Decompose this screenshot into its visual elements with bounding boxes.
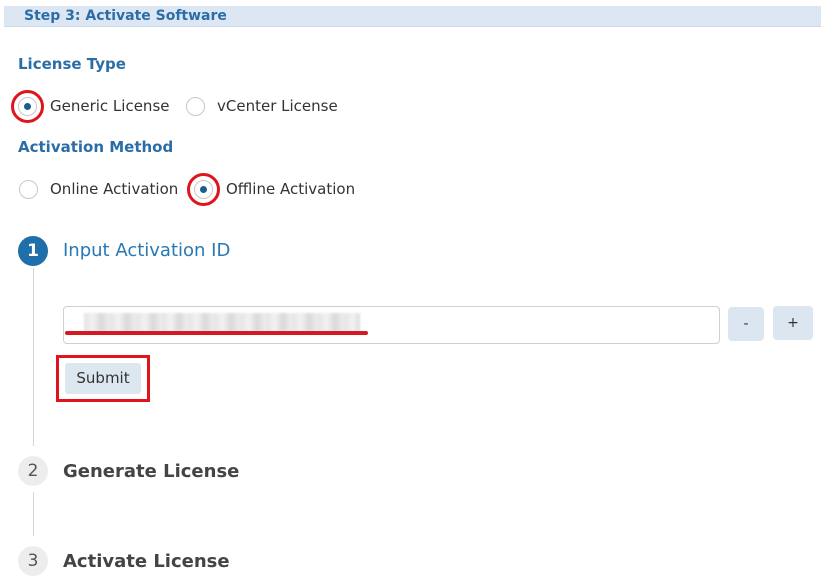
step-connector-line — [33, 268, 34, 446]
radio-vcenter-license[interactable] — [186, 97, 205, 116]
redacted-activation-id — [84, 313, 360, 332]
radio-online-activation[interactable] — [19, 180, 38, 199]
radio-generic-license[interactable] — [18, 97, 37, 116]
radio-label-online-activation: Online Activation — [50, 180, 179, 198]
step-connector-line — [33, 492, 34, 536]
step-2-title: Generate License — [63, 461, 240, 482]
step-3-circle: 3 — [18, 546, 48, 576]
radio-label-offline-activation: Offline Activation — [226, 180, 356, 198]
step-1-circle: 1 — [18, 236, 48, 266]
submit-button[interactable]: Submit — [65, 363, 141, 394]
radio-offline-activation[interactable] — [194, 180, 213, 199]
license-type-label: License Type — [18, 55, 126, 73]
activation-method-label: Activation Method — [18, 138, 174, 156]
add-button[interactable]: + — [773, 306, 813, 340]
radio-selected-dot — [200, 186, 207, 193]
step-2-circle: 2 — [18, 456, 48, 486]
step-1-title: Input Activation ID — [63, 240, 231, 261]
step-header-bar: Step 3: Activate Software — [4, 6, 821, 27]
step-header-title: Step 3: Activate Software — [24, 8, 227, 24]
radio-selected-dot — [24, 103, 31, 110]
remove-button[interactable]: - — [728, 307, 764, 341]
submit-highlight-box: Submit — [56, 355, 150, 402]
radio-label-generic-license: Generic License — [50, 97, 170, 115]
step-3-title: Activate License — [63, 551, 230, 572]
red-underline-annotation — [65, 331, 368, 335]
radio-label-vcenter-license: vCenter License — [217, 97, 338, 115]
